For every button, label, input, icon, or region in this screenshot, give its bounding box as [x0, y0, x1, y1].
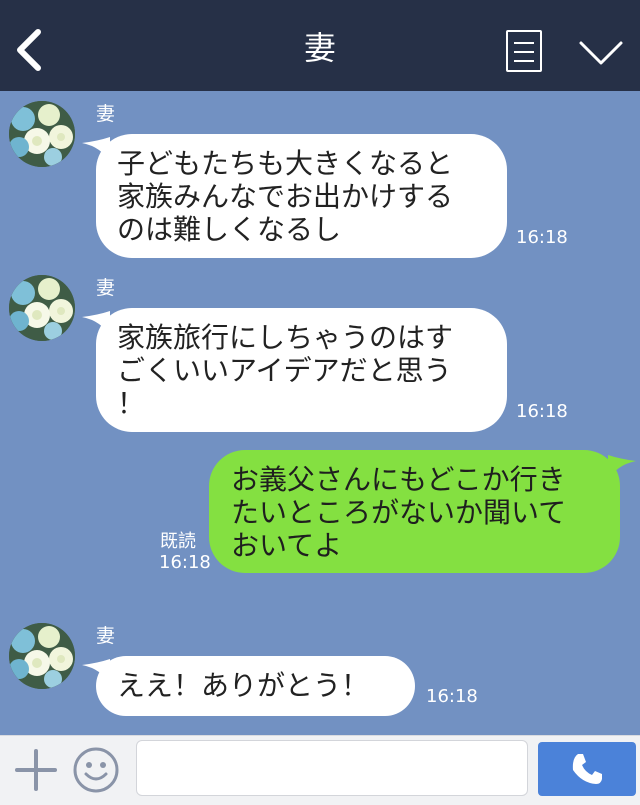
sender-name: 妻: [96, 103, 116, 125]
message-text: 家族旅行にしちゃうのはす: [117, 321, 454, 354]
avatar[interactable]: [9, 275, 75, 341]
message-input[interactable]: [136, 740, 528, 796]
avatar[interactable]: [9, 623, 75, 689]
avatar[interactable]: [9, 101, 75, 167]
menu-icon[interactable]: [506, 30, 542, 72]
message-bubble[interactable]: 家族旅行にしちゃうのはす ごくいいアイデアだと思う ！: [96, 308, 507, 432]
phone-icon: [572, 754, 602, 784]
message-text: のは難しくなるし: [117, 213, 342, 246]
message-time: 16:18: [159, 552, 211, 573]
sender-name: 妻: [96, 625, 116, 647]
call-button[interactable]: [538, 742, 636, 796]
rose-bouquet-image: [9, 275, 75, 341]
message-text: お義父さんにもどこか行き: [231, 463, 566, 496]
message-text: ええ！ありがとう！: [117, 669, 370, 702]
message-text: 子どもたちも大きくなると: [117, 147, 454, 180]
plus-icon[interactable]: [14, 748, 58, 792]
rose-bouquet-image: [9, 623, 75, 689]
message-bubble[interactable]: お義父さんにもどこか行き たいところがないか聞いて おいてよ: [209, 450, 620, 573]
message-time: 16:18: [516, 227, 568, 248]
chat-title: 妻: [303, 29, 336, 67]
message-text: ！: [117, 387, 146, 420]
chevron-left-icon[interactable]: [14, 28, 46, 72]
message-text: たいところがないか聞いて: [231, 496, 567, 529]
message-bubble[interactable]: ええ！ありがとう！: [96, 656, 415, 716]
sender-name: 妻: [96, 277, 116, 299]
message-text: おいてよ: [231, 529, 343, 562]
chevron-down-icon[interactable]: [578, 38, 624, 68]
message-text: 家族みんなでお出かけする: [117, 180, 454, 213]
rose-bouquet-image: [9, 101, 75, 167]
message-bubble[interactable]: 子どもたちも大きくなると 家族みんなでお出かけする のは難しくなるし: [96, 134, 507, 258]
chat-header: 妻: [0, 0, 640, 91]
message-time: 16:18: [426, 686, 478, 707]
read-receipt: 既読: [160, 531, 196, 552]
message-time: 16:18: [516, 401, 568, 422]
message-text: ごくいいアイデアだと思う: [117, 354, 452, 387]
smile-icon[interactable]: [72, 746, 120, 794]
message-composer: [0, 735, 640, 805]
